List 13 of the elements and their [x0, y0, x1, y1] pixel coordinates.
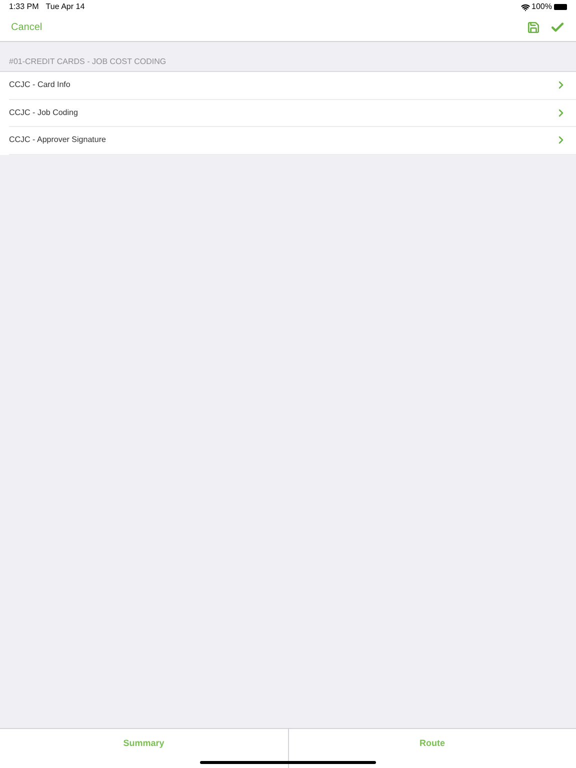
- section-header: #01-CREDIT CARDS - JOB COST CODING: [9, 56, 166, 68]
- item-label: CCJC - Approver Signature: [9, 134, 107, 146]
- status-date: Tue Apr 14: [46, 1, 85, 13]
- list-item[interactable]: CCJC - Approver Signature: [9, 127, 576, 154]
- battery-icon: [554, 4, 567, 10]
- wifi-icon: [520, 2, 530, 12]
- list-item[interactable]: CCJC - Card Info: [9, 72, 576, 100]
- list-item[interactable]: CCJC - Job Coding: [9, 100, 576, 127]
- battery-percent: 100%: [532, 1, 552, 13]
- item-label: CCJC - Card Info: [9, 79, 72, 92]
- save-icon[interactable]: [527, 21, 540, 34]
- status-time: 1:33 PM: [9, 1, 39, 13]
- item-label: CCJC - Job Coding: [9, 106, 79, 119]
